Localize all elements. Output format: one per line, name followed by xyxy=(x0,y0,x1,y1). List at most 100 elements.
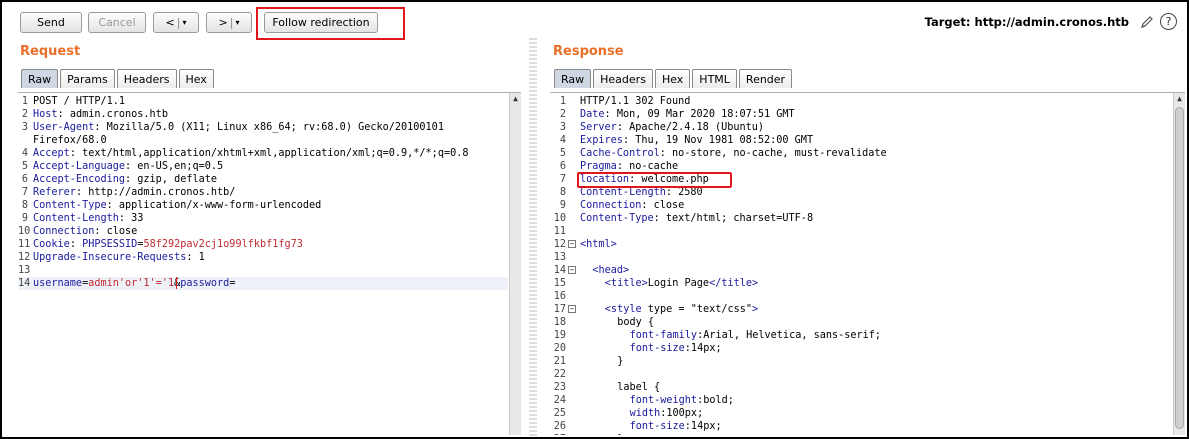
line-number: 14 xyxy=(553,265,566,276)
response-tab-headers[interactable]: Headers xyxy=(593,69,653,88)
line-number: 3 xyxy=(21,122,28,133)
code-token: Cache-Control xyxy=(580,148,660,159)
code-line: 3 User-Agent: Mozilla/5.0 (X11; Linux x86… xyxy=(18,121,508,134)
request-tabs: Raw Params Headers Hex xyxy=(21,69,216,88)
fold-toggle-icon[interactable]: − xyxy=(568,240,576,248)
code-token: : 33 xyxy=(118,213,144,224)
request-tab-raw[interactable]: Raw xyxy=(21,69,59,88)
code-line: 2 Host: admin.cronos.htb xyxy=(18,108,508,121)
code-token: :100px; xyxy=(660,408,704,419)
line-number: 9 xyxy=(21,213,28,224)
line-number: 5 xyxy=(21,161,28,172)
code-line: 10 Connection: close xyxy=(18,225,508,238)
code-token: Host xyxy=(33,109,58,120)
response-scrollbar[interactable]: ▲ xyxy=(1173,93,1185,435)
help-glyph: ? xyxy=(1165,15,1172,28)
code-token: <style xyxy=(604,304,648,315)
help-icon[interactable]: ? xyxy=(1160,13,1177,30)
code-line: 11 xyxy=(550,225,1172,238)
code-token: : admin.cronos.htb xyxy=(57,109,168,120)
response-editor[interactable]: ▲ 1 HTTP/1.1 302 Found 2 Date: Mon, 09 Mar … xyxy=(550,92,1185,435)
code-line: 24 font-weight:bold; xyxy=(550,394,1172,407)
code-line: 13 xyxy=(18,264,508,277)
split-divider[interactable] xyxy=(529,38,537,437)
code-token: Connection xyxy=(33,226,95,237)
code-line: 22 xyxy=(550,368,1172,381)
toolbar: Send Cancel < | ▾ > | ▾ Follow redirecti… xyxy=(2,2,1187,40)
code-token: = xyxy=(229,278,236,289)
scroll-up-icon[interactable]: ▲ xyxy=(1175,94,1184,103)
line-number: 11 xyxy=(18,239,31,250)
code-line: 3 Server: Apache/2.4.18 (Ubuntu) xyxy=(550,121,1172,134)
code-line: 14 username=admin'or'1'='1&password= xyxy=(18,277,508,290)
code-line: 7 Referer: http://admin.cronos.htb/ xyxy=(18,186,508,199)
code-token: : Mozilla/5.0 (X11; Linux x86_64; rv:68.… xyxy=(94,122,444,133)
line-number: 22 xyxy=(553,369,566,380)
code-line: 4 Accept: text/html,application/xhtml+xml… xyxy=(18,147,508,160)
line-number: 15 xyxy=(553,278,566,289)
code-token: : text/html; charset=UTF-8 xyxy=(653,213,814,224)
code-token: User-Agent xyxy=(33,122,95,133)
response-tab-raw[interactable]: Raw xyxy=(554,69,592,88)
code-token: : xyxy=(69,239,83,250)
back-button[interactable]: < | ▾ xyxy=(153,12,199,33)
code-line: 6 Accept-Encoding: gzip, deflate xyxy=(18,173,508,186)
code-token: Pragma xyxy=(580,161,617,172)
code-token: type xyxy=(647,304,673,315)
code-token: Accept-Encoding xyxy=(33,174,126,185)
line-number: 20 xyxy=(553,343,566,354)
code-token: > xyxy=(752,304,759,315)
code-line: 2 Date: Mon, 09 Mar 2020 18:07:51 GMT xyxy=(550,108,1172,121)
follow-redirection-highlight xyxy=(256,7,405,40)
code-token: : Mon, 09 Mar 2020 18:07:51 GMT xyxy=(604,109,795,120)
forward-button[interactable]: > | ▾ xyxy=(206,12,252,33)
line-number: 5 xyxy=(559,148,566,159)
fold-toggle-icon[interactable]: − xyxy=(568,266,576,274)
code-line: 20 font-size:14px; xyxy=(550,342,1172,355)
code-line: 5 Cache-Control: no-store, no-cache, must… xyxy=(550,147,1172,160)
code-line: 5 Accept-Language: en-US,en;q=0.5 xyxy=(18,160,508,173)
response-tab-hex[interactable]: Hex xyxy=(654,69,691,88)
code-line: 9 Content-Length: 33 xyxy=(18,212,508,225)
code-token: :14px; xyxy=(684,343,722,354)
request-tab-headers[interactable]: Headers xyxy=(116,69,177,88)
text-cursor xyxy=(176,277,177,289)
code-token: font-size xyxy=(629,421,685,432)
code-token: Login Page xyxy=(647,278,710,289)
code-token: <head> xyxy=(592,265,630,276)
code-token: : Apache/2.4.18 (Ubuntu) xyxy=(616,122,765,133)
request-tab-hex[interactable]: Hex xyxy=(178,69,214,88)
line-number: 1 xyxy=(559,96,566,107)
response-tab-html[interactable]: HTML xyxy=(692,69,737,88)
code-token: : close xyxy=(641,200,685,211)
line-number: 6 xyxy=(559,161,566,172)
line-number: 18 xyxy=(553,317,566,328)
location-header-highlight xyxy=(577,172,732,188)
line-number: 12 xyxy=(553,239,566,250)
pencil-icon[interactable] xyxy=(1139,14,1155,30)
cancel-button[interactable]: Cancel xyxy=(88,12,146,33)
line-number: 12 xyxy=(18,252,31,263)
request-tab-params[interactable]: Params xyxy=(60,69,115,88)
code-token: Upgrade-Insecure-Requests xyxy=(33,252,187,263)
response-tab-render[interactable]: Render xyxy=(738,69,793,88)
code-token: POST / HTTP/1.1 xyxy=(33,96,126,107)
code-token: :14px; xyxy=(684,421,722,432)
code-line: 10 Content-Type: text/html; charset=UTF-8 xyxy=(550,212,1172,225)
line-number: 7 xyxy=(559,174,566,185)
code-token: width xyxy=(629,408,661,419)
request-editor[interactable]: ▲ 1 POST / HTTP/1.1 2 Host: admin.cronos.ht… xyxy=(18,92,521,435)
fold-toggle-icon[interactable]: − xyxy=(568,305,576,313)
code-line: 12 Upgrade-Insecure-Requests: 1 xyxy=(18,251,508,264)
code-line: 25 width:100px; xyxy=(550,407,1172,420)
scroll-thumb[interactable] xyxy=(1175,107,1184,429)
send-button[interactable]: Send xyxy=(20,12,82,33)
line-number: 23 xyxy=(553,382,566,393)
scroll-up-icon[interactable]: ▲ xyxy=(511,94,520,103)
line-number: 24 xyxy=(553,395,566,406)
code-token: Accept-Language xyxy=(33,161,126,172)
code-token: Firefox/68.0 xyxy=(33,135,107,146)
code-token: font-size xyxy=(629,343,685,354)
request-scrollbar[interactable]: ▲ xyxy=(509,93,521,435)
code-line: 21} xyxy=(550,355,1172,368)
